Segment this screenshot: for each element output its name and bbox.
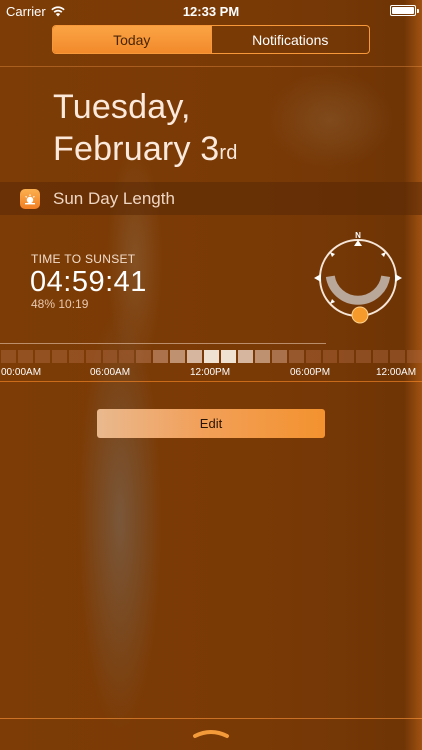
compass-nw-tick xyxy=(330,252,335,257)
edit-button[interactable]: Edit xyxy=(97,409,325,438)
widget-header[interactable]: Sun Day Length xyxy=(0,182,422,215)
hour-cell xyxy=(339,350,355,363)
tab-today[interactable]: Today xyxy=(53,26,211,53)
compass-west-marker xyxy=(314,274,321,282)
hourly-daylight-bar xyxy=(0,350,422,363)
hour-cell xyxy=(305,350,321,363)
hour-label: 12:00AM xyxy=(376,367,417,378)
hour-cell xyxy=(407,350,422,363)
hour-cell xyxy=(288,350,304,363)
hour-cell xyxy=(68,350,84,363)
hour-cell xyxy=(85,350,101,363)
today-date: Tuesday, February 3rd xyxy=(53,86,238,170)
date-ordinal: rd xyxy=(219,142,238,164)
hour-label: 00:00AM xyxy=(1,367,42,378)
day-info: 48% 10:19 xyxy=(31,297,88,311)
grabber-handle-icon[interactable] xyxy=(192,727,230,739)
sun-app-icon xyxy=(20,188,40,209)
hour-cell xyxy=(204,350,219,363)
hour-cell xyxy=(271,350,287,363)
widget-title: Sun Day Length xyxy=(53,188,175,208)
header-divider xyxy=(0,66,422,67)
tab-notifications[interactable]: Notifications xyxy=(210,26,370,53)
status-time: 12:33 PM xyxy=(182,4,240,19)
hour-cell xyxy=(170,350,186,363)
progress-line xyxy=(0,343,326,344)
date-weekday: Tuesday, xyxy=(53,88,191,126)
sun-position-marker xyxy=(351,306,369,324)
day-length: 10:19 xyxy=(58,297,89,311)
hour-label: 12:00PM xyxy=(190,367,231,378)
time-to-sunset-label: TIME TO SUNSET xyxy=(31,252,136,266)
date-month-day-text: February 3 xyxy=(53,130,220,168)
compass-sw-tick xyxy=(330,299,335,304)
view-segmented-control: Today Notifications xyxy=(52,25,370,54)
compass-north-label: N xyxy=(355,231,361,240)
hour-cell xyxy=(322,350,338,363)
axis-line xyxy=(0,381,422,382)
compass-day-arc xyxy=(325,275,391,305)
hour-cell xyxy=(153,350,169,363)
bottom-divider xyxy=(0,718,422,719)
battery-icon xyxy=(390,5,419,16)
hour-cell xyxy=(390,350,406,363)
hour-cell xyxy=(356,350,372,363)
sunset-countdown: 04:59:41 xyxy=(30,266,147,298)
hour-label: 06:00PM xyxy=(290,367,331,378)
hour-cell xyxy=(373,350,389,363)
hour-axis: 00:00AM 06:00AM 12:00PM 06:00PM 12:00AM xyxy=(0,367,422,380)
compass-east-marker xyxy=(395,274,402,282)
hour-cell xyxy=(119,350,135,363)
sun-compass: N xyxy=(314,231,402,324)
date-month-day: February 3rd xyxy=(53,128,238,170)
status-bar: Carrier 12:33 PM xyxy=(0,0,422,22)
hour-cell xyxy=(254,350,270,363)
day-percent: 48% xyxy=(31,297,56,311)
hour-label: 06:00AM xyxy=(90,367,131,378)
hour-cell xyxy=(1,350,16,363)
compass-ne-tick xyxy=(381,252,386,257)
hour-cell xyxy=(102,350,118,363)
hour-cell xyxy=(187,350,203,363)
hour-cell xyxy=(34,350,50,363)
hour-cell xyxy=(237,350,253,363)
hour-cell xyxy=(220,350,236,363)
sun-icon xyxy=(25,194,35,204)
hour-cell xyxy=(17,350,33,363)
hour-cell xyxy=(51,350,67,363)
hour-cell xyxy=(136,350,152,363)
